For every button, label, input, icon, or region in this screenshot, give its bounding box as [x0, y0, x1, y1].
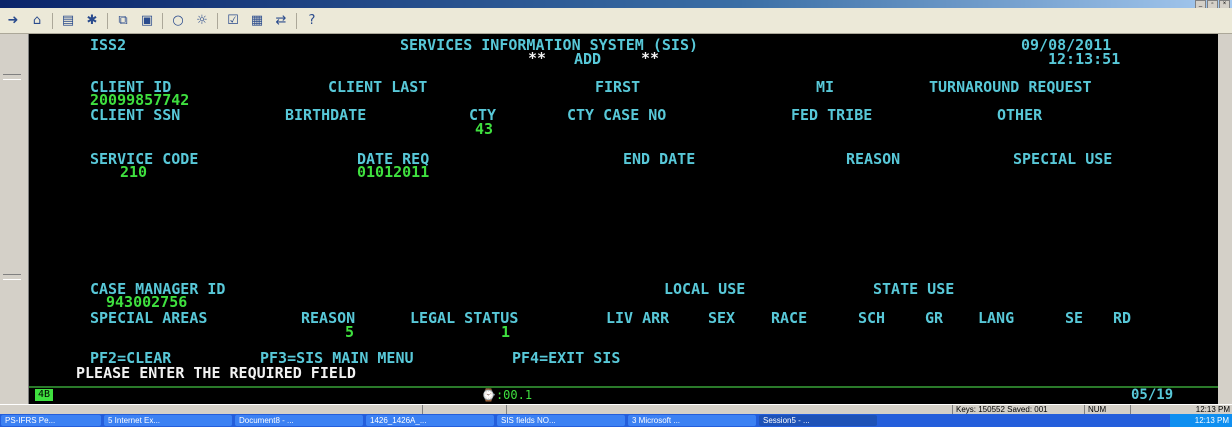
label-state-use: STATE USE: [873, 280, 955, 298]
toolbar-separator: [162, 12, 163, 29]
label-sex: SEX: [708, 309, 736, 327]
legal-status-field[interactable]: 1: [501, 325, 510, 340]
oia-timer-value: :00.1: [495, 388, 533, 402]
label-se: SE: [1065, 309, 1084, 327]
home-icon[interactable]: ⌂: [28, 13, 46, 28]
arrow-right-icon[interactable]: ➜: [4, 13, 22, 28]
taskbar-item[interactable]: SIS fields NO...: [497, 415, 625, 426]
toolbar: ➜ ⌂ ▤ ✱ ⧉ ▣ ○ ☼ ☑ ▦ ⇄ ?: [0, 8, 1232, 34]
transfer-icon[interactable]: ⇄: [272, 13, 290, 28]
mode-label: ADD: [574, 50, 602, 68]
cursor-position: 05/19: [1131, 387, 1174, 403]
taskbar-item[interactable]: 5 Internet Ex...: [104, 415, 232, 426]
gutter-marker: [3, 274, 21, 280]
label-birthdate: BIRTHDATE: [285, 106, 367, 124]
help-icon[interactable]: ?: [303, 13, 321, 28]
taskbar-item[interactable]: Session5 - ...: [759, 415, 877, 426]
label-rd: RD: [1113, 309, 1132, 327]
screen-time: 12:13:51: [1048, 50, 1121, 68]
toolbar-separator: [107, 12, 108, 29]
left-gutter: [0, 34, 29, 406]
session-name: ISS2: [90, 36, 127, 54]
label-turnaround-request: TURNAROUND REQUEST: [929, 78, 1092, 96]
toolbar-separator: [52, 12, 53, 29]
label-mi: MI: [816, 78, 835, 96]
label-client-ssn: CLIENT SSN: [90, 106, 181, 124]
label-first: FIRST: [595, 78, 641, 96]
cty-field[interactable]: 43: [475, 122, 493, 137]
window-controls: _ ▫ ×: [1195, 0, 1230, 9]
operator-info-area: 4B ⌚:00.1 05/19: [29, 386, 1218, 404]
label-sch: SCH: [858, 309, 886, 327]
paste-icon[interactable]: ▣: [138, 13, 156, 28]
toolbar-separator: [296, 12, 297, 29]
taskbar: PS-IFRS Pe... 5 Internet Ex... Document8…: [0, 414, 1232, 427]
macro-icon[interactable]: ☼: [193, 13, 211, 28]
label-fed-tribe: FED TRIBE: [791, 106, 873, 124]
label-other: OTHER: [997, 106, 1043, 124]
window-title-bar: _ ▫ ×: [0, 0, 1232, 9]
error-message: PLEASE ENTER THE REQUIRED FIELD: [76, 364, 356, 382]
label-reason: REASON: [846, 150, 901, 168]
check-icon[interactable]: ☑: [224, 13, 242, 28]
taskbar-item[interactable]: 3 Microsoft ...: [628, 415, 756, 426]
label-special-use: SPECIAL USE: [1013, 150, 1113, 168]
case-manager-id-field[interactable]: 943002756: [106, 295, 187, 310]
label-race: RACE: [771, 309, 808, 327]
copy-icon[interactable]: ⧉: [114, 13, 132, 28]
gutter-marker: [3, 74, 21, 80]
label-liv-arr: LIV ARR: [606, 309, 670, 327]
label-cty-case-no: CTY CASE NO: [567, 106, 667, 124]
circle-icon[interactable]: ○: [169, 13, 187, 28]
label-gr: GR: [925, 309, 944, 327]
date-req-field[interactable]: 01012011: [357, 165, 429, 180]
label-end-date: END DATE: [623, 150, 696, 168]
taskbar-item[interactable]: PS-IFRS Pe...: [1, 415, 101, 426]
taskbar-item[interactable]: Document8 - ...: [235, 415, 363, 426]
reason-field[interactable]: 5: [345, 325, 354, 340]
right-gutter: [1218, 34, 1232, 406]
label-special-areas: SPECIAL AREAS: [90, 309, 208, 327]
label-local-use: LOCAL USE: [664, 280, 746, 298]
connect-icon[interactable]: ✱: [83, 13, 101, 28]
toolbar-separator: [217, 12, 218, 29]
oia-indicator: 4B: [35, 389, 54, 401]
service-code-field[interactable]: 210: [120, 165, 147, 180]
label-client-last: CLIENT LAST: [328, 78, 428, 96]
label-lang: LANG: [978, 309, 1015, 327]
new-icon[interactable]: ▤: [59, 13, 77, 28]
chart-icon[interactable]: ▦: [248, 13, 266, 28]
terminal-screen: ISS2 SERVICES INFORMATION SYSTEM (SIS) 0…: [29, 34, 1218, 404]
taskbar-item[interactable]: 1426_1426A_...: [366, 415, 494, 426]
pf4-exit[interactable]: PF4=EXIT SIS: [512, 351, 620, 366]
system-tray-clock: 12:13 PM: [1170, 414, 1232, 427]
oia-timer: ⌚:00.1: [481, 388, 533, 402]
mode-stars-right: **: [641, 49, 660, 67]
mode-stars-left: **: [528, 49, 547, 67]
